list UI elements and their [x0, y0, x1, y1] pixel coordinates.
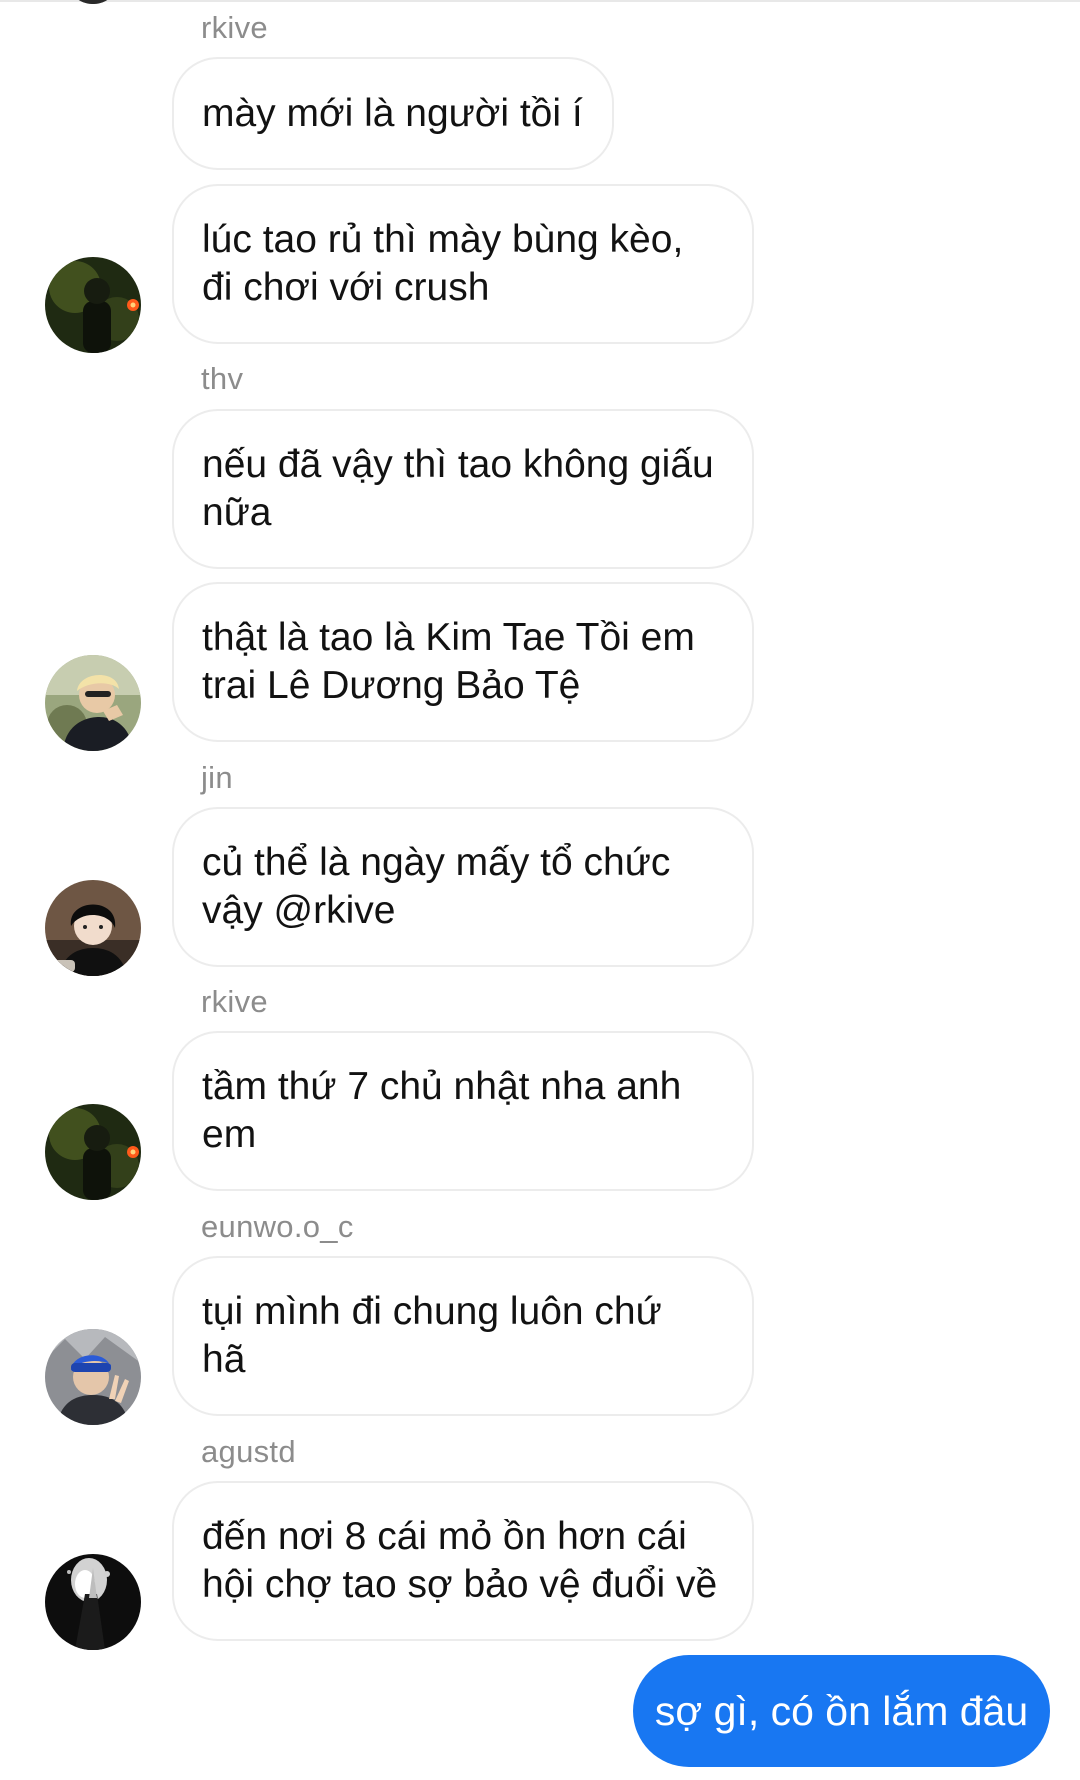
outgoing-message-bubble[interactable]: sợ gì, có ồn lắm đâu [633, 1655, 1050, 1767]
sender-name-jin: jin [201, 760, 233, 795]
message-text-line: lúc tao rủ thì mày bùng kèo, [202, 218, 684, 261]
avatar-rkive[interactable] [45, 257, 141, 353]
message-text-line: củ thể là ngày mấy tổ chức [202, 841, 671, 884]
message-text-line: nữa [202, 491, 272, 534]
message-text-line: đến nơi 8 cái mỏ ồn hơn cái [202, 1515, 687, 1558]
sender-name-thv: thv [201, 361, 244, 396]
incoming-message-bubble[interactable]: tụi mình đi chung luôn chứ hã [172, 1256, 754, 1416]
avatar-rkive[interactable] [45, 1104, 141, 1200]
avatar-eunwo[interactable] [45, 1329, 141, 1425]
message-text-line: vậy @rkive [202, 889, 396, 932]
message-text-line: nếu đã vậy thì tao không giấu [202, 443, 714, 486]
avatar-agustd[interactable] [45, 1554, 141, 1650]
outgoing-message-text: sợ gì, có ồn lắm đâu [654, 1687, 1029, 1734]
sender-name-rkive: rkive [201, 984, 268, 1019]
incoming-message-bubble[interactable]: nếu đã vậy thì tao không giấu nữa [172, 409, 754, 569]
avatar-jin[interactable] [45, 880, 141, 976]
incoming-message-bubble[interactable]: đến nơi 8 cái mỏ ồn hơn cái hội chợ tao … [172, 1481, 754, 1641]
sender-name-eunwo: eunwo.o_c [201, 1209, 354, 1244]
message-text-line: tầm thứ 7 chủ nhật nha anh [202, 1065, 682, 1108]
incoming-message-bubble[interactable]: mày mới là người tồi í [172, 57, 614, 170]
avatar-thv[interactable] [45, 655, 141, 751]
message-text-line: trai Lê Dương Bảo Tệ [202, 664, 581, 707]
message-text-line: hã [202, 1338, 246, 1381]
top-divider [0, 0, 1080, 2]
message-text-line: tụi mình đi chung luôn chứ [202, 1290, 662, 1333]
incoming-message-bubble[interactable]: thật là tao là Kim Tae Tồi em trai Lê Dư… [172, 582, 754, 742]
message-text-line: thật là tao là Kim Tae Tồi em [202, 616, 695, 659]
incoming-message-bubble[interactable]: củ thể là ngày mấy tổ chức vậy @rkive [172, 807, 754, 967]
sender-name-rkive: rkive [201, 10, 268, 45]
message-text-line: đi chơi với crush [202, 266, 490, 309]
incoming-message-bubble[interactable]: lúc tao rủ thì mày bùng kèo, đi chơi với… [172, 184, 754, 344]
message-text-line: hội chợ tao sợ bảo vệ đuổi về [202, 1563, 718, 1606]
sender-name-agustd: agustd [201, 1434, 296, 1469]
message-text-line: em [202, 1113, 257, 1156]
message-text: mày mới là người tồi í [202, 91, 583, 135]
incoming-message-bubble[interactable]: tầm thứ 7 chủ nhật nha anh em [172, 1031, 754, 1191]
